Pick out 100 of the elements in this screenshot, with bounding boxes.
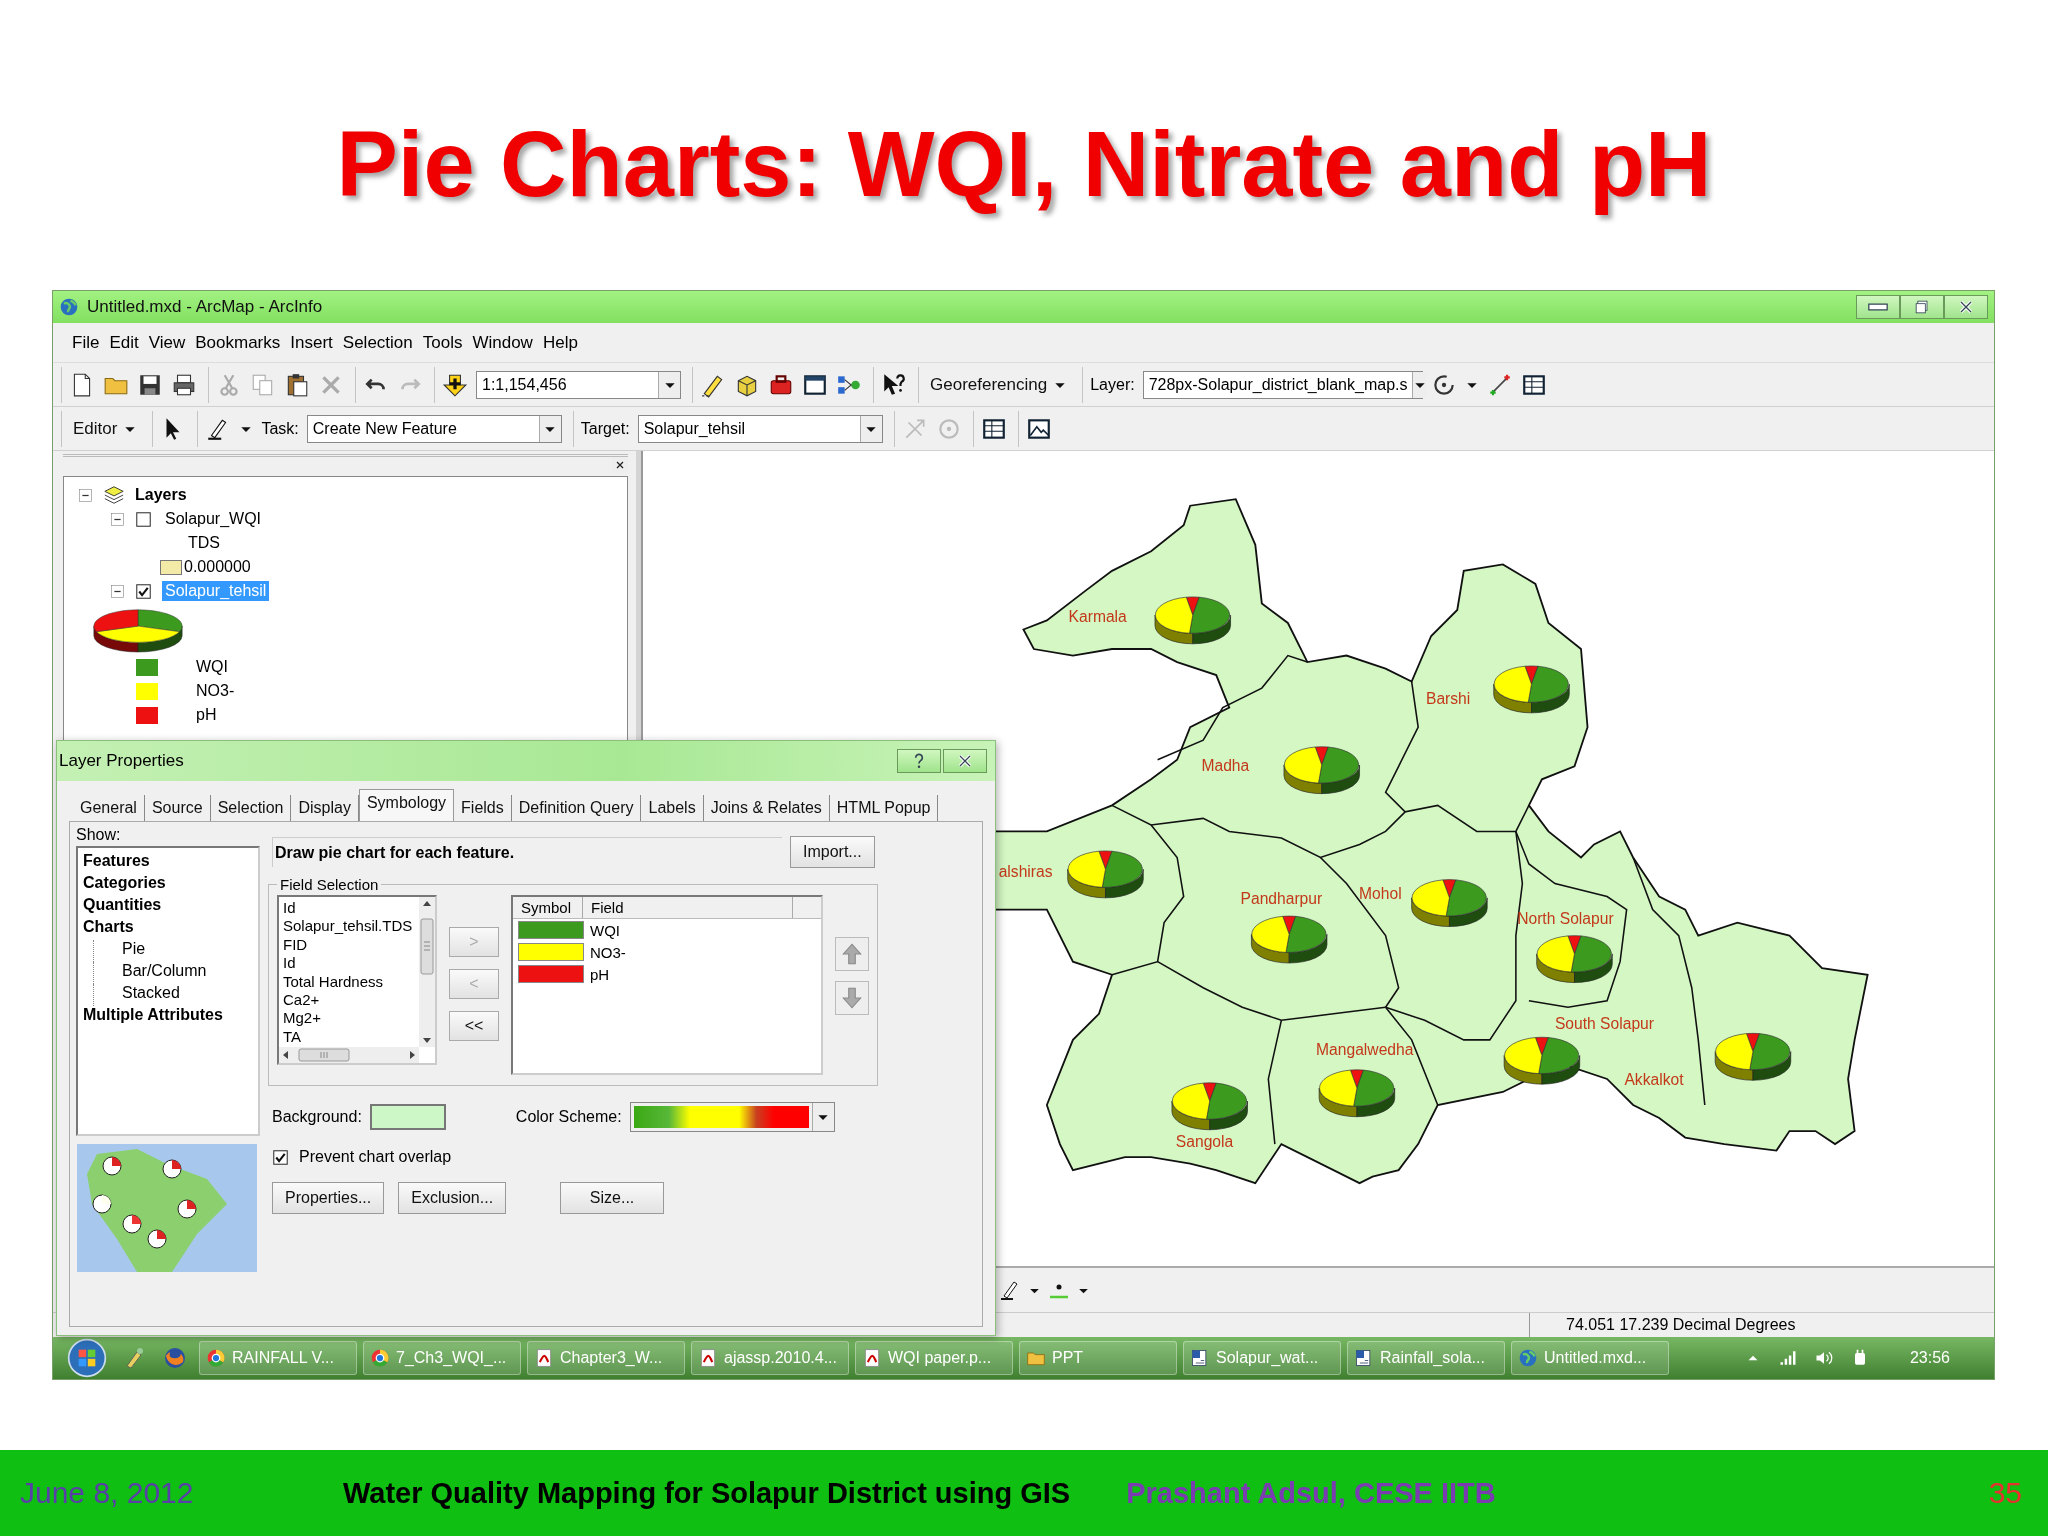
dialog-button[interactable]: Properties... [272, 1182, 385, 1214]
field-label: Background: [272, 1108, 362, 1126]
collapse-icon[interactable] [78, 487, 93, 503]
browser-icon[interactable] [163, 1346, 187, 1370]
color-swatch[interactable] [518, 965, 584, 983]
list-item[interactable]: FID [283, 935, 415, 955]
move-down-button[interactable] [835, 981, 869, 1015]
menu-item[interactable]: Help [537, 328, 583, 357]
pie-chart-icon [1536, 935, 1613, 983]
pie-chart-icon [1714, 1033, 1792, 1081]
color-swatch[interactable] [518, 943, 584, 961]
tab[interactable]: Fields [454, 795, 512, 821]
checkbox[interactable] [135, 510, 152, 528]
menu-item[interactable]: View [143, 328, 191, 357]
list-item[interactable]: Pie [93, 940, 253, 962]
field-name: TDS [188, 534, 220, 552]
list-item[interactable]: Multiple Attributes [83, 1006, 253, 1028]
list-item[interactable]: Features [83, 852, 253, 874]
pie-chart-icon [1318, 1069, 1396, 1118]
menu-item[interactable]: Edit [104, 328, 144, 357]
list-item[interactable]: Bar/Column [93, 962, 253, 984]
legend-label: WQI [196, 658, 228, 676]
field-list[interactable]: Id Solapur_tehsil.TDS FID Id Total Hardness Ca2+ Mg2+ TA [277, 895, 437, 1065]
horizontal-scrollbar[interactable] [279, 1047, 419, 1063]
tab[interactable]: Joins & Relates [703, 795, 830, 821]
tab[interactable]: Definition Query [511, 795, 642, 821]
dropdown-field[interactable]: Solapur_tehsil [637, 414, 883, 443]
field-table[interactable]: Symbol Field WQI NO3- pH [511, 895, 823, 1075]
vertical-scrollbar[interactable] [419, 897, 435, 1047]
pdf-icon [862, 1348, 882, 1368]
field-label: Color Scheme: [515, 1108, 622, 1126]
layers-icon [103, 484, 125, 506]
page-number: 35 [1988, 1476, 2022, 1510]
district-label: alshiras [998, 863, 1053, 880]
tab[interactable]: Display [291, 795, 359, 821]
globe-icon [59, 297, 79, 317]
help-button[interactable] [897, 749, 941, 773]
collapse-icon[interactable] [110, 583, 125, 599]
tab[interactable]: Source [144, 795, 211, 821]
tab[interactable]: Selection [210, 795, 292, 821]
pie-chart-icon [1411, 879, 1488, 927]
list-item[interactable]: Mg2+ [283, 1009, 415, 1028]
chart-type-list[interactable]: Features Categories Quantities Charts Pie Bar/Column Stacked Multiple Attributes [76, 846, 260, 1136]
menu-item[interactable]: Tools [417, 328, 468, 357]
start-button[interactable] [67, 1338, 107, 1378]
menu-item[interactable]: Insert [285, 328, 338, 357]
minimize-icon [1868, 303, 1888, 311]
pdf-icon [698, 1348, 718, 1368]
tab[interactable]: Symbology [358, 789, 455, 821]
menu-item[interactable]: Window [467, 328, 538, 357]
close-icon [614, 459, 626, 471]
dropdown-field[interactable]: 1:1,154,456 [476, 370, 681, 399]
list-item[interactable]: Ca2+ [283, 991, 415, 1010]
menu-item[interactable]: File [67, 328, 105, 357]
color-button[interactable] [369, 1104, 446, 1130]
dialog-title: Layer Properties [59, 751, 184, 771]
import-button[interactable]: Import... [790, 836, 875, 868]
layer-name[interactable]: Solapur_WQI [162, 509, 265, 529]
table-cell: NO3- [590, 943, 626, 961]
dialog-button[interactable]: Exclusion... [398, 1182, 507, 1214]
footer-date: June 8, 2012 [19, 1476, 195, 1510]
field-label: Show: [76, 826, 122, 845]
menu-button[interactable]: Georeferencing [926, 372, 1072, 397]
browser-icon [206, 1348, 226, 1368]
list-item[interactable]: Stacked [93, 984, 253, 1006]
list-item[interactable]: Id [283, 954, 415, 973]
legend-label: 0.000000 [184, 558, 251, 576]
footer-title: Water Quality Mapping for Solapur District using GIS [343, 1476, 1071, 1510]
dialog-button[interactable]: Size... [560, 1182, 665, 1214]
tab[interactable]: HTML Popup [829, 795, 939, 821]
footer-author: Prashant Adsul, CESE IITB [1126, 1476, 1496, 1510]
list-item[interactable]: Quantities [83, 896, 253, 918]
list-item[interactable]: Id [283, 899, 415, 918]
tab[interactable]: General [73, 795, 145, 821]
district-label: Mohol [1359, 885, 1402, 903]
district-label: South Solapur [1554, 1015, 1654, 1033]
move-up-button[interactable] [835, 937, 869, 971]
minimize-button[interactable] [1856, 295, 1900, 319]
color-ramp-dropdown[interactable] [629, 1102, 835, 1132]
menu-button[interactable]: Editor [69, 416, 142, 441]
checkbox-label: Prevent chart overlap [299, 1148, 452, 1166]
tab[interactable]: Labels [641, 795, 704, 821]
list-item[interactable]: Categories [83, 874, 253, 896]
district-label: Mangalwedha [1316, 1041, 1414, 1059]
collapse-icon[interactable] [110, 511, 125, 527]
list-item[interactable]: TA [283, 1027, 415, 1047]
menu-item[interactable]: Bookmarks [190, 328, 286, 357]
checkbox[interactable] [272, 1148, 289, 1166]
field-label: Layer: [1090, 375, 1135, 394]
help-cursor-icon[interactable] [881, 371, 907, 398]
list-item[interactable]: Solapur_tehsil.TDS [283, 917, 415, 936]
district-label: Karmala [1068, 607, 1127, 625]
menu-item[interactable]: Selection [337, 328, 418, 357]
checkbox[interactable] [135, 582, 152, 600]
list-item[interactable]: Total Hardness [283, 972, 415, 992]
move-button[interactable]: << [449, 1011, 499, 1041]
restore-button[interactable] [1900, 295, 1944, 319]
list-item[interactable]: Charts [83, 918, 253, 940]
dropdown-field[interactable]: Create New Feature [306, 414, 562, 443]
color-swatch[interactable] [518, 921, 584, 939]
